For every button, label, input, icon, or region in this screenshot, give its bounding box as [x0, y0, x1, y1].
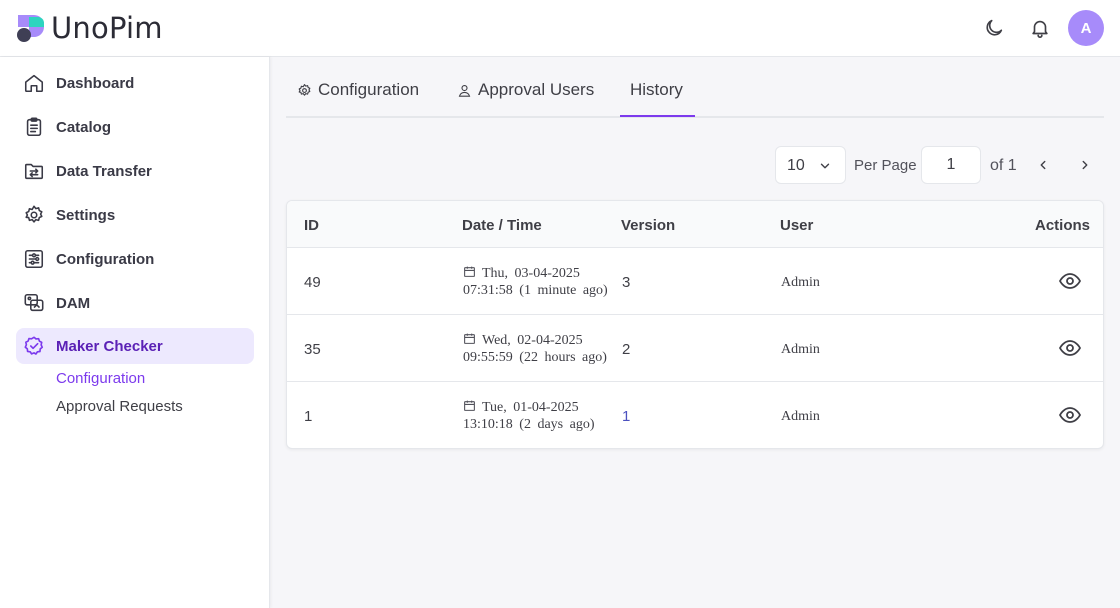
- column-header-actions: Actions: [1035, 217, 1091, 234]
- unopim-logo-icon: [17, 15, 44, 42]
- notifications-button[interactable]: [1028, 16, 1052, 40]
- user-avatar[interactable]: A: [1068, 10, 1104, 46]
- date-line: Thu, 03-04-2025: [482, 266, 580, 281]
- folder-transfer-icon: [24, 163, 44, 180]
- sidebar-item-label: Maker Checker: [56, 337, 163, 355]
- column-header-user: User: [780, 217, 814, 234]
- table-row: 35 Wed, 02-04-2025 09:55:59 (22 hours ag…: [287, 315, 1103, 382]
- logo-text: UnoPim: [51, 11, 163, 45]
- history-table: ID Date / Time Version User Actions 49 T…: [286, 200, 1104, 449]
- cell-id: 49: [304, 274, 321, 291]
- table-header: ID Date / Time Version User Actions: [287, 201, 1103, 248]
- cell-date-time: Tue, 01-04-2025 13:10:18 (2 days ago): [463, 399, 594, 433]
- table-row: 1 Tue, 01-04-2025 13:10:18 (2 days ago) …: [287, 382, 1103, 448]
- sidebar-item-catalog[interactable]: Catalog: [16, 109, 254, 145]
- sidebar-item-label: Settings: [56, 206, 116, 224]
- cell-user: Admin: [781, 275, 820, 290]
- column-header-id: ID: [304, 217, 319, 234]
- page-number-input[interactable]: [921, 146, 981, 184]
- active-tab-indicator: [620, 115, 695, 117]
- sidebar-item-label: Dashboard: [56, 74, 135, 92]
- cell-user: Admin: [781, 342, 820, 357]
- sidebar: Dashboard Catalog Data Transfer Settings…: [0, 57, 270, 608]
- chevron-right-icon: [1082, 160, 1088, 170]
- cell-id: 1: [304, 408, 313, 425]
- chevron-down-icon: [820, 163, 830, 169]
- dark-mode-toggle[interactable]: [982, 16, 1006, 40]
- cell-id: 35: [304, 341, 321, 358]
- sidebar-subitem-configuration[interactable]: Configuration: [56, 370, 145, 387]
- calendar-icon: [464, 266, 475, 277]
- tab-approval-users[interactable]: Approval Users: [457, 80, 594, 100]
- tab-label: Configuration: [318, 80, 420, 99]
- column-header-version: Version: [621, 217, 676, 234]
- badge-check-icon: [24, 336, 44, 355]
- tab-label: History: [630, 80, 683, 99]
- time-line: 13:10:18 (2 days ago): [463, 417, 595, 432]
- sidebar-item-label: Configuration: [56, 250, 155, 268]
- cell-version: 1: [622, 408, 631, 425]
- view-eye-icon[interactable]: [1058, 403, 1082, 427]
- sidebar-item-dam[interactable]: DAM: [16, 285, 254, 321]
- calendar-icon: [464, 333, 475, 344]
- clipboard-icon: [26, 117, 42, 137]
- view-eye-icon[interactable]: [1058, 336, 1082, 360]
- sidebar-item-maker-checker[interactable]: Maker Checker: [16, 328, 254, 364]
- cell-date-time: Thu, 03-04-2025 07:31:58 (1 minute ago): [463, 265, 608, 299]
- home-icon: [24, 74, 44, 93]
- sidebar-item-settings[interactable]: Settings: [16, 197, 254, 233]
- sidebar-item-label: Data Transfer: [56, 162, 152, 180]
- date-line: Tue, 01-04-2025: [482, 400, 579, 415]
- date-line: Wed, 02-04-2025: [482, 333, 583, 348]
- cell-version: 3: [622, 274, 631, 291]
- user-icon: [458, 84, 471, 97]
- top-header: UnoPim A: [0, 0, 1120, 57]
- gear-icon: [25, 205, 43, 223]
- page-count-label: of 1: [990, 157, 1017, 174]
- tab-configuration[interactable]: Configuration: [297, 80, 419, 100]
- view-eye-icon[interactable]: [1058, 269, 1082, 293]
- sidebar-item-data-transfer[interactable]: Data Transfer: [16, 153, 254, 189]
- cell-version: 2: [622, 341, 631, 358]
- next-page-button[interactable]: [1075, 155, 1095, 175]
- tab-bar: Configuration Approval Users History: [286, 57, 1104, 118]
- column-header-date-time: Date / Time: [462, 217, 542, 234]
- cell-date-time: Wed, 02-04-2025 09:55:59 (22 hours ago): [463, 332, 607, 366]
- time-line: 09:55:59 (22 hours ago): [463, 350, 607, 365]
- per-page-select[interactable]: 10: [775, 146, 846, 184]
- time-line: 07:31:58 (1 minute ago): [463, 283, 608, 298]
- sidebar-item-label: Catalog: [56, 118, 112, 136]
- tab-history[interactable]: History: [630, 80, 683, 100]
- sidebar-subitem-approval-requests[interactable]: Approval Requests: [56, 398, 183, 415]
- table-row: 49 Thu, 03-04-2025 07:31:58 (1 minute ag…: [287, 248, 1103, 315]
- per-page-label: Per Page: [854, 157, 917, 174]
- bell-icon: [1032, 20, 1048, 38]
- sidebar-item-label: DAM: [56, 294, 91, 312]
- logo[interactable]: UnoPim: [16, 13, 163, 44]
- sliders-icon: [24, 249, 44, 269]
- per-page-value: 10: [787, 157, 805, 174]
- gear-icon: [298, 83, 311, 96]
- sidebar-item-dashboard[interactable]: Dashboard: [16, 65, 254, 101]
- tab-label: Approval Users: [478, 80, 595, 99]
- cell-user: Admin: [781, 409, 820, 424]
- media-icon: [24, 293, 44, 312]
- sidebar-item-configuration[interactable]: Configuration: [16, 241, 254, 277]
- calendar-icon: [464, 400, 475, 411]
- previous-page-button[interactable]: [1033, 155, 1053, 175]
- chevron-left-icon: [1040, 160, 1046, 170]
- moon-icon: [986, 19, 1003, 36]
